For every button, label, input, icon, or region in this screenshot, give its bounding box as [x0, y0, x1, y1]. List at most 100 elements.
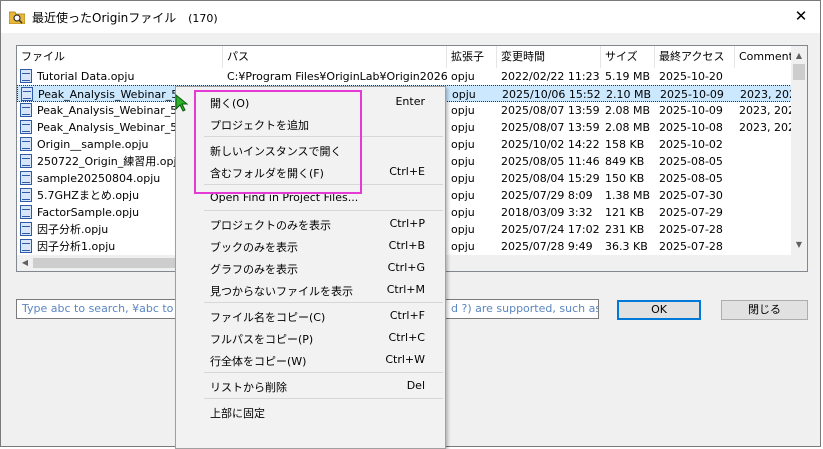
- menu-item[interactable]: 開く(O) Enter: [176, 91, 445, 113]
- menu-item[interactable]: 行全体をコピー(W) Ctrl+W: [176, 349, 445, 371]
- cell-size: 2.10 MB: [606, 88, 652, 101]
- folder-search-icon: [9, 11, 25, 24]
- cell-modified: 2018/03/09 3:32: [501, 206, 593, 219]
- cell-access: 2025-08-05: [659, 172, 723, 185]
- menu-item-label: プロジェクトのみを表示: [210, 219, 331, 232]
- project-icon: [20, 205, 32, 219]
- cell-modified: 2025/08/05 11:46: [501, 155, 600, 168]
- cell-access: 2025-07-28: [659, 240, 723, 253]
- menu-separator: [204, 210, 443, 211]
- menu-item-label: グラフのみを表示: [210, 263, 298, 276]
- menu-item-label: 上部に固定: [210, 407, 265, 420]
- scroll-left-icon[interactable]: ◀: [17, 255, 33, 271]
- project-icon: [20, 222, 32, 236]
- cell-ext: opju: [451, 189, 475, 202]
- cell-modified: 2025/07/28 9:49: [501, 240, 593, 253]
- menu-item[interactable]: フルパスをコピー(P) Ctrl+C: [176, 327, 445, 349]
- cell-size: 121 KB: [605, 206, 645, 219]
- cell-access: 2025-10-20: [659, 70, 723, 83]
- project-icon: [20, 188, 32, 202]
- menu-item-label: リストから削除: [210, 381, 287, 394]
- cell-comments: 2023, 2021: [739, 104, 795, 117]
- cell-modified: 2025/10/06 15:52: [502, 88, 601, 101]
- menu-item[interactable]: 上部に固定: [176, 401, 445, 423]
- scroll-up-icon[interactable]: ▲: [791, 48, 807, 64]
- menu-item[interactable]: ファイル名をコピー(C) Ctrl+F: [176, 305, 445, 327]
- cell-modified: 2025/08/07 13:59: [501, 104, 600, 117]
- menu-item-label: Open Find in Project Files...: [210, 191, 359, 204]
- cell-comments: [739, 136, 795, 153]
- cell-size: 849 KB: [605, 155, 645, 168]
- cell-ext: opju: [451, 138, 475, 151]
- menu-item-label: 見つからないファイルを表示: [210, 285, 353, 298]
- menu-item[interactable]: Open Find in Project Files...: [176, 187, 445, 209]
- column-header-access[interactable]: 最終アクセス: [655, 46, 735, 68]
- column-header-path[interactable]: パス: [223, 46, 447, 68]
- project-icon: [20, 154, 32, 168]
- menu-separator: [204, 398, 443, 399]
- cell-comments: [739, 221, 795, 238]
- window-title-text: 最近使ったOriginファイル: [32, 11, 177, 25]
- menu-item[interactable]: グラフのみを表示 Ctrl+G: [176, 257, 445, 279]
- column-header-modified[interactable]: 変更時間: [497, 46, 601, 68]
- cell-ext: opju: [451, 70, 475, 83]
- cell-ext: opju: [451, 172, 475, 185]
- menu-item[interactable]: 新しいインスタンスで開く: [176, 139, 445, 161]
- project-icon: [20, 120, 32, 134]
- menu-item[interactable]: プロジェクトを追加: [176, 113, 445, 135]
- close-button[interactable]: 閉じる: [721, 300, 808, 320]
- menu-item-label: 開く(O): [210, 97, 250, 110]
- cell-comments: [739, 187, 795, 204]
- cell-size: 231 KB: [605, 223, 645, 236]
- cell-comments: [739, 238, 795, 255]
- menu-item-shortcut: Ctrl+B: [388, 239, 425, 252]
- cell-access: 2025-10-02: [659, 138, 723, 151]
- menu-item-shortcut: Del: [406, 379, 425, 392]
- menu-separator: [204, 184, 443, 185]
- cell-access: 2025-08-05: [659, 155, 723, 168]
- cell-size: 2.08 MB: [605, 121, 651, 134]
- cell-comments: [739, 170, 795, 187]
- menu-item[interactable]: リストから削除 Del: [176, 375, 445, 397]
- project-icon: [20, 69, 32, 83]
- menu-item-label: ブックのみを表示: [210, 241, 298, 254]
- table-row[interactable]: Tutorial Data.opju C:¥Program Files¥Origi…: [17, 68, 792, 85]
- menu-item-shortcut: Ctrl+C: [388, 331, 425, 344]
- scroll-down-icon[interactable]: ▼: [791, 237, 807, 253]
- cell-modified: 2025/08/07 13:59: [501, 121, 600, 134]
- vertical-scrollbar[interactable]: ▲ ▼: [791, 46, 807, 271]
- menu-item-label: ファイル名をコピー(C): [210, 311, 326, 324]
- cell-modified: 2025/07/24 17:02: [501, 223, 600, 236]
- menu-item-shortcut: Ctrl+P: [389, 217, 425, 230]
- cell-modified: 2022/02/22 11:23: [501, 70, 600, 83]
- column-header-size[interactable]: サイズ: [601, 46, 655, 68]
- menu-item-shortcut: Ctrl+W: [385, 353, 425, 366]
- menu-item-shortcut: Ctrl+G: [387, 261, 425, 274]
- cell-comments: [739, 204, 795, 221]
- cell-access: 2025-10-08: [659, 121, 723, 134]
- menu-separator: [204, 136, 443, 137]
- project-icon: [20, 137, 32, 151]
- column-header-name[interactable]: ファイル: [17, 46, 223, 68]
- vertical-scroll-thumb[interactable]: [793, 64, 805, 80]
- cell-size: 158 KB: [605, 138, 645, 151]
- menu-item[interactable]: プロジェクトのみを表示 Ctrl+P: [176, 213, 445, 235]
- ok-button[interactable]: OK: [617, 300, 701, 320]
- close-window-button[interactable]: ✕: [788, 4, 814, 28]
- file-count: (170): [188, 12, 218, 25]
- menu-item[interactable]: 見つからないファイルを表示 Ctrl+M: [176, 279, 445, 301]
- cell-access: 2025-07-28: [659, 223, 723, 236]
- cell-size: 1.38 MB: [605, 189, 651, 202]
- menu-item[interactable]: ブックのみを表示 Ctrl+B: [176, 235, 445, 257]
- context-menu: 開く(O) Enter プロジェクトを追加 新しいインスタンスで開く 含むフォルダを開く…: [175, 86, 446, 449]
- horizontal-scroll-thumb[interactable]: [33, 258, 193, 268]
- column-header-comments[interactable]: Comments: [735, 46, 795, 68]
- cell-size: 5.19 MB: [605, 70, 651, 83]
- menu-item-label: 行全体をコピー(W): [210, 355, 307, 368]
- cell-name: Tutorial Data.opju: [37, 70, 135, 83]
- cell-ext: opju: [451, 206, 475, 219]
- menu-item-label: フルパスをコピー(P): [210, 333, 314, 346]
- menu-item[interactable]: 含むフォルダを開く(F) Ctrl+E: [176, 161, 445, 183]
- column-header-ext[interactable]: 拡張子: [447, 46, 497, 68]
- cell-modified: 2025/10/02 14:22: [501, 138, 600, 151]
